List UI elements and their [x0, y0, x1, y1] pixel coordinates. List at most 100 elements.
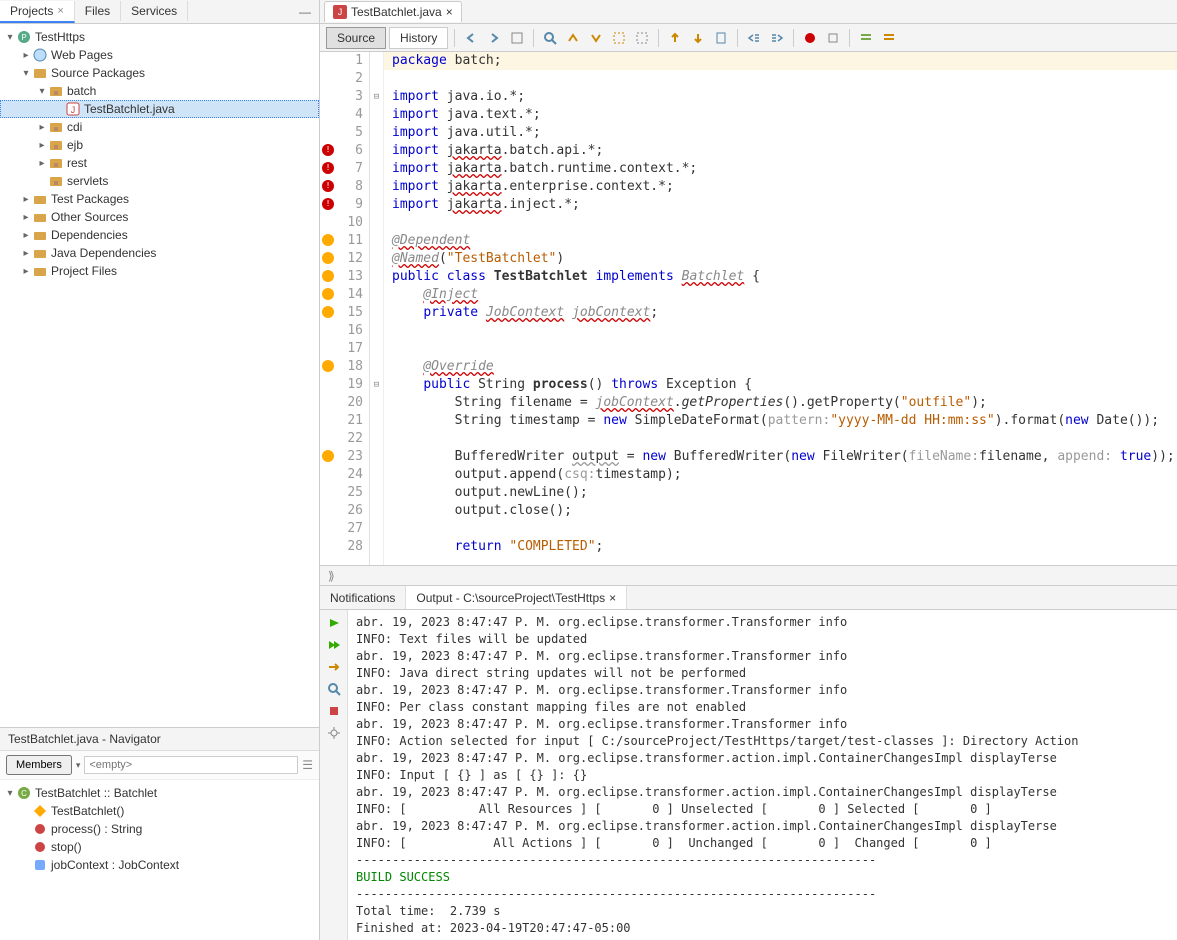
toolbar-button-forward[interactable]: [484, 28, 504, 48]
close-icon[interactable]: ×: [57, 5, 63, 17]
warning-icon[interactable]: [322, 306, 334, 318]
warning-icon[interactable]: [322, 270, 334, 282]
error-icon[interactable]: !: [322, 162, 334, 174]
code-line[interactable]: public String process() throws Exception…: [384, 376, 1177, 394]
search-icon[interactable]: [325, 680, 343, 698]
code-line[interactable]: import java.text.*;: [384, 106, 1177, 124]
tree-item[interactable]: ▾batch: [0, 82, 319, 100]
code-line[interactable]: import java.util.*;: [384, 124, 1177, 142]
toolbar-bookmarks[interactable]: [711, 28, 731, 48]
tree-item[interactable]: ▾Source Packages: [0, 64, 319, 82]
toolbar-macro-record[interactable]: [800, 28, 820, 48]
warning-icon[interactable]: [322, 360, 334, 372]
source-tab-button[interactable]: Source: [326, 27, 386, 49]
tree-item[interactable]: ▸Web Pages: [0, 46, 319, 64]
code-line[interactable]: return "COMPLETED";: [384, 538, 1177, 556]
code-line[interactable]: package batch;: [384, 52, 1177, 70]
settings-icon[interactable]: [325, 724, 343, 742]
tree-item[interactable]: JTestBatchlet.java: [0, 100, 319, 118]
warning-icon[interactable]: [322, 234, 334, 246]
navigator-item[interactable]: ▾CTestBatchlet :: Batchlet: [0, 784, 319, 802]
history-tab-button[interactable]: History: [389, 27, 448, 49]
editor-tab[interactable]: J TestBatchlet.java ×: [324, 1, 462, 22]
code-line[interactable]: output.append(csq:timestamp);: [384, 466, 1177, 484]
navigator-item[interactable]: process() : String: [0, 820, 319, 838]
code-line[interactable]: output.newLine();: [384, 484, 1177, 502]
code-line[interactable]: private JobContext jobContext;: [384, 304, 1177, 322]
tree-item[interactable]: ▸ejb: [0, 136, 319, 154]
navigator-item[interactable]: stop(): [0, 838, 319, 856]
members-dropdown[interactable]: Members: [6, 755, 72, 775]
close-icon[interactable]: ×: [609, 591, 616, 605]
output-tab[interactable]: Output - C:\sourceProject\TestHttps ×: [406, 586, 627, 609]
code-line[interactable]: [384, 214, 1177, 232]
error-icon[interactable]: !: [322, 180, 334, 192]
toolbar-highlight[interactable]: [632, 28, 652, 48]
code-line[interactable]: import jakarta.batch.api.*;: [384, 142, 1177, 160]
warning-icon[interactable]: [322, 288, 334, 300]
toolbar-button-back[interactable]: [461, 28, 481, 48]
navigator-item[interactable]: jobContext : JobContext: [0, 856, 319, 874]
fold-icon[interactable]: ⊟: [370, 88, 383, 106]
filter-icon[interactable]: ☰: [302, 758, 313, 772]
arrow-right-icon[interactable]: [325, 658, 343, 676]
toolbar-uncomment[interactable]: [879, 28, 899, 48]
code-line[interactable]: [384, 70, 1177, 88]
code-line[interactable]: [384, 430, 1177, 448]
tree-item[interactable]: ▸cdi: [0, 118, 319, 136]
tree-item[interactable]: ▸Project Files: [0, 262, 319, 280]
toolbar-macro-stop[interactable]: [823, 28, 843, 48]
toolbar-next[interactable]: [586, 28, 606, 48]
toolbar-dropdown[interactable]: [507, 28, 527, 48]
sidebar-tab-services[interactable]: Services: [121, 1, 188, 21]
tree-item[interactable]: ▾PTestHttps: [0, 28, 319, 46]
project-tree[interactable]: ▾PTestHttps▸Web Pages▾Source Packages▾ba…: [0, 24, 319, 727]
toolbar-prev[interactable]: [563, 28, 583, 48]
code-line[interactable]: [384, 322, 1177, 340]
code-line[interactable]: [384, 520, 1177, 538]
tree-item[interactable]: ▸Test Packages: [0, 190, 319, 208]
toolbar-goto-prev[interactable]: [665, 28, 685, 48]
code-line[interactable]: String filename = jobContext.getProperti…: [384, 394, 1177, 412]
code-line[interactable]: String timestamp = new SimpleDateFormat(…: [384, 412, 1177, 430]
code-line[interactable]: [384, 340, 1177, 358]
minimize-icon[interactable]: —: [291, 5, 319, 19]
code-line[interactable]: import jakarta.enterprise.context.*;: [384, 178, 1177, 196]
code-line[interactable]: @Named("TestBatchlet"): [384, 250, 1177, 268]
toolbar-find[interactable]: [540, 28, 560, 48]
stop-icon[interactable]: [325, 702, 343, 720]
fold-icon[interactable]: ⊟: [370, 376, 383, 394]
navigator-item[interactable]: TestBatchlet(): [0, 802, 319, 820]
error-icon[interactable]: !: [322, 198, 334, 210]
code-line[interactable]: import java.io.*;: [384, 88, 1177, 106]
error-icon[interactable]: !: [322, 144, 334, 156]
toolbar-select[interactable]: [609, 28, 629, 48]
breadcrumb-chevron-icon[interactable]: ⟫: [328, 569, 335, 583]
output-console[interactable]: abr. 19, 2023 8:47:47 P. M. org.eclipse.…: [348, 610, 1177, 940]
close-icon[interactable]: ×: [446, 5, 453, 19]
warning-icon[interactable]: [322, 450, 334, 462]
tree-item[interactable]: ▸Java Dependencies: [0, 244, 319, 262]
code-line[interactable]: public class TestBatchlet implements Bat…: [384, 268, 1177, 286]
tree-item[interactable]: servlets: [0, 172, 319, 190]
code-line[interactable]: BufferedWriter output = new BufferedWrit…: [384, 448, 1177, 466]
code-line[interactable]: @Dependent: [384, 232, 1177, 250]
code-line[interactable]: @Override: [384, 358, 1177, 376]
tree-item[interactable]: ▸Other Sources: [0, 208, 319, 226]
code-editor[interactable]: 12345!6!7!8!9101112131415161718192021222…: [320, 52, 1177, 565]
tree-item[interactable]: ▸Dependencies: [0, 226, 319, 244]
navigator-tree[interactable]: ▾CTestBatchlet :: BatchletTestBatchlet()…: [0, 780, 319, 940]
navigator-filter-input[interactable]: [84, 756, 298, 774]
warning-icon[interactable]: [322, 252, 334, 264]
sidebar-tab-projects[interactable]: Projects ×: [0, 1, 75, 23]
toolbar-comment[interactable]: [856, 28, 876, 48]
rerun-icon[interactable]: [325, 614, 343, 632]
toolbar-goto-next[interactable]: [688, 28, 708, 48]
code-line[interactable]: @Inject: [384, 286, 1177, 304]
tree-item[interactable]: ▸rest: [0, 154, 319, 172]
code-line[interactable]: output.close();: [384, 502, 1177, 520]
toolbar-shift-right[interactable]: [767, 28, 787, 48]
sidebar-tab-files[interactable]: Files: [75, 1, 121, 21]
output-tab[interactable]: Notifications: [320, 586, 406, 609]
rerun-all-icon[interactable]: [325, 636, 343, 654]
